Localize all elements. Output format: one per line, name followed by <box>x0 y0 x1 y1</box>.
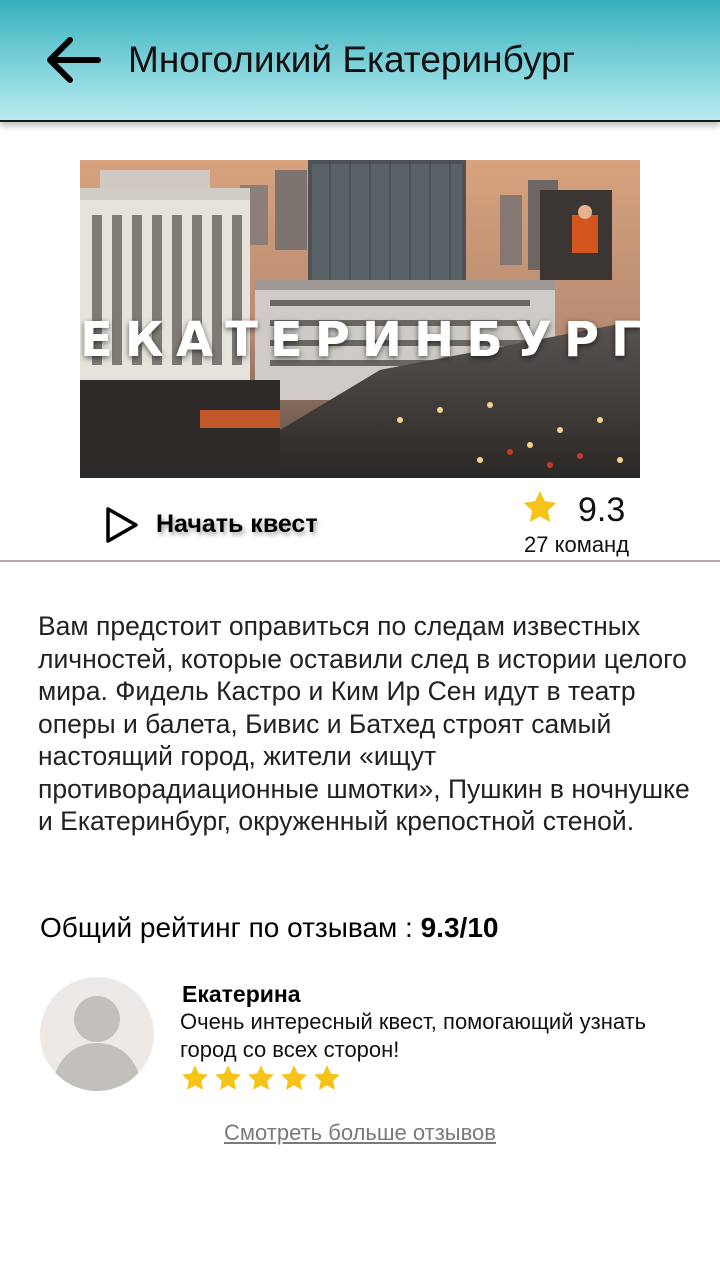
star-icon <box>314 1065 340 1090</box>
page-title: Многоликий Екатеринбург <box>128 39 576 80</box>
review-text: Очень интересный квест, помогающий узнат… <box>180 1009 647 1062</box>
reviewer-name: Екатерина <box>182 981 301 1007</box>
review-stars <box>180 1063 345 1095</box>
app-bar: Многоликий Екатеринбург <box>0 0 720 122</box>
back-button[interactable] <box>38 30 108 90</box>
overall-rating-label: Общий рейтинг по отзывам : <box>40 912 421 943</box>
quest-description: Вам предстоит оправиться по следам извес… <box>38 611 690 836</box>
review-card: Екатерина Очень интересный квест, помога… <box>40 975 680 1095</box>
arrow-left-icon <box>47 37 101 83</box>
overall-rating: Общий рейтинг по отзывам : 9.3/10 <box>40 908 498 948</box>
star-icon <box>215 1065 241 1090</box>
overall-rating-value: 9.3/10 <box>420 912 499 943</box>
more-reviews-link[interactable]: Смотреть больше отзывов <box>0 1118 720 1148</box>
hero-caption: ЕКАТЕРИНБУРГ <box>80 312 640 368</box>
rating-teams-count: 27 команд <box>524 532 630 557</box>
star-icon <box>248 1065 274 1090</box>
star-icon <box>182 1065 208 1090</box>
star-icon <box>281 1065 307 1090</box>
rating-summary: 9.3 27 команд <box>515 486 655 558</box>
start-quest-label: Начать квест <box>156 510 318 538</box>
star-icon <box>523 490 557 523</box>
rating-score: 9.3 <box>578 491 626 529</box>
user-icon <box>52 996 142 1091</box>
divider <box>0 560 720 562</box>
avatar <box>40 977 154 1091</box>
hero-image: ЕКАТЕРИНБУРГ <box>80 160 640 478</box>
play-icon <box>106 507 138 543</box>
